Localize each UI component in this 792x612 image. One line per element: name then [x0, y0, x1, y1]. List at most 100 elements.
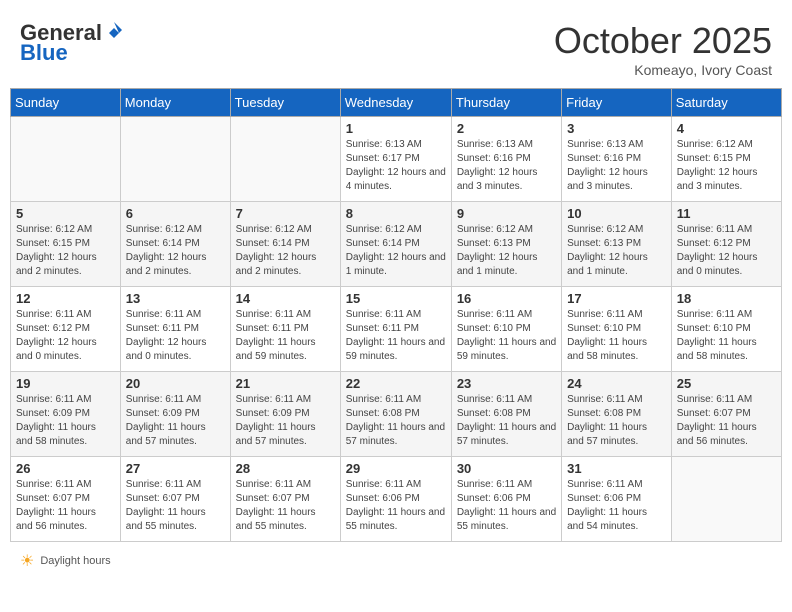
table-row: 1 Sunrise: 6:13 AMSunset: 6:17 PMDaylight…: [340, 117, 451, 202]
table-row: 8 Sunrise: 6:12 AMSunset: 6:14 PMDaylight…: [340, 202, 451, 287]
day-info: Sunrise: 6:12 AMSunset: 6:15 PMDaylight:…: [16, 223, 115, 279]
day-info: Sunrise: 6:11 AMSunset: 6:10 PMDaylight:…: [677, 308, 776, 364]
month-title: October 2025: [554, 20, 772, 62]
day-number: 18: [677, 291, 776, 306]
table-row: 6 Sunrise: 6:12 AMSunset: 6:14 PMDaylight…: [120, 202, 230, 287]
table-row: 30 Sunrise: 6:11 AMSunset: 6:06 PMDayligh…: [451, 457, 561, 542]
sun-icon: ☀: [20, 551, 34, 571]
day-number: 10: [567, 206, 666, 221]
day-number: 15: [346, 291, 446, 306]
footer: ☀ Daylight hours: [10, 547, 782, 575]
table-row: [671, 457, 781, 542]
day-number: 25: [677, 376, 776, 391]
day-number: 21: [236, 376, 335, 391]
day-info: Sunrise: 6:11 AMSunset: 6:09 PMDaylight:…: [236, 393, 335, 449]
table-row: 9 Sunrise: 6:12 AMSunset: 6:13 PMDaylight…: [451, 202, 561, 287]
table-row: 16 Sunrise: 6:11 AMSunset: 6:10 PMDayligh…: [451, 287, 561, 372]
table-row: 23 Sunrise: 6:11 AMSunset: 6:08 PMDayligh…: [451, 372, 561, 457]
page-header: General Blue October 2025 Komeayo, Ivory…: [10, 10, 782, 83]
day-info: Sunrise: 6:11 AMSunset: 6:07 PMDaylight:…: [677, 393, 776, 449]
day-number: 23: [457, 376, 556, 391]
day-info: Sunrise: 6:11 AMSunset: 6:08 PMDaylight:…: [346, 393, 446, 449]
day-number: 29: [346, 461, 446, 476]
calendar-week-row: 5Sunrise: 6:12 AMSunset: 6:15 PMDaylight…: [11, 202, 782, 287]
day-number: 12: [16, 291, 115, 306]
day-info: Sunrise: 6:11 AMSunset: 6:07 PMDaylight:…: [236, 478, 335, 534]
col-thursday: Thursday: [451, 89, 561, 117]
day-number: 13: [126, 291, 225, 306]
table-row: 25 Sunrise: 6:11 AMSunset: 6:07 PMDayligh…: [671, 372, 781, 457]
day-info: Sunrise: 6:12 AMSunset: 6:15 PMDaylight:…: [677, 138, 776, 194]
day-info: Sunrise: 6:11 AMSunset: 6:06 PMDaylight:…: [346, 478, 446, 534]
day-info: Sunrise: 6:12 AMSunset: 6:14 PMDaylight:…: [126, 223, 225, 279]
col-sunday: Sunday: [11, 89, 121, 117]
day-info: Sunrise: 6:11 AMSunset: 6:09 PMDaylight:…: [16, 393, 115, 449]
day-number: 14: [236, 291, 335, 306]
day-info: Sunrise: 6:11 AMSunset: 6:08 PMDaylight:…: [457, 393, 556, 449]
day-number: 1: [346, 121, 446, 136]
table-row: 20 Sunrise: 6:11 AMSunset: 6:09 PMDayligh…: [120, 372, 230, 457]
day-number: 8: [346, 206, 446, 221]
table-row: 17Sunrise: 6:11 AMSunset: 6:10 PMDayligh…: [562, 287, 672, 372]
table-row: 24 Sunrise: 6:11 AMSunset: 6:08 PMDayligh…: [562, 372, 672, 457]
table-row: 12Sunrise: 6:11 AMSunset: 6:12 PMDayligh…: [11, 287, 121, 372]
table-row: 28Sunrise: 6:11 AMSunset: 6:07 PMDayligh…: [230, 457, 340, 542]
calendar-week-row: 19 Sunrise: 6:11 AMSunset: 6:09 PMDayligh…: [11, 372, 782, 457]
day-info: Sunrise: 6:11 AMSunset: 6:06 PMDaylight:…: [567, 478, 666, 534]
table-row: 14 Sunrise: 6:11 AMSunset: 6:11 PMDayligh…: [230, 287, 340, 372]
day-number: 30: [457, 461, 556, 476]
day-info: Sunrise: 6:11 AMSunset: 6:06 PMDaylight:…: [457, 478, 556, 534]
table-row: 21 Sunrise: 6:11 AMSunset: 6:09 PMDayligh…: [230, 372, 340, 457]
day-info: Sunrise: 6:11 AMSunset: 6:11 PMDaylight:…: [346, 308, 446, 364]
table-row: 26Sunrise: 6:11 AMSunset: 6:07 PMDayligh…: [11, 457, 121, 542]
table-row: 11 Sunrise: 6:11 AMSunset: 6:12 PMDayligh…: [671, 202, 781, 287]
day-info: Sunrise: 6:13 AMSunset: 6:16 PMDaylight:…: [567, 138, 666, 194]
table-row: 10 Sunrise: 6:12 AMSunset: 6:13 PMDayligh…: [562, 202, 672, 287]
day-info: Sunrise: 6:13 AMSunset: 6:16 PMDaylight:…: [457, 138, 556, 194]
table-row: [11, 117, 121, 202]
table-row: 7Sunrise: 6:12 AMSunset: 6:14 PMDaylight…: [230, 202, 340, 287]
title-block: October 2025 Komeayo, Ivory Coast: [554, 20, 772, 78]
day-number: 24: [567, 376, 666, 391]
day-number: 19: [16, 376, 115, 391]
day-number: 16: [457, 291, 556, 306]
day-info: Sunrise: 6:11 AMSunset: 6:08 PMDaylight:…: [567, 393, 666, 449]
col-saturday: Saturday: [671, 89, 781, 117]
calendar-table: Sunday Monday Tuesday Wednesday Thursday…: [10, 88, 782, 542]
day-number: 31: [567, 461, 666, 476]
day-info: Sunrise: 6:12 AMSunset: 6:14 PMDaylight:…: [346, 223, 446, 279]
day-number: 7: [236, 206, 335, 221]
day-info: Sunrise: 6:13 AMSunset: 6:17 PMDaylight:…: [346, 138, 446, 194]
calendar-header-row: Sunday Monday Tuesday Wednesday Thursday…: [11, 89, 782, 117]
day-info: Sunrise: 6:12 AMSunset: 6:13 PMDaylight:…: [567, 223, 666, 279]
table-row: 5Sunrise: 6:12 AMSunset: 6:15 PMDaylight…: [11, 202, 121, 287]
logo-blue-text: Blue: [20, 40, 68, 65]
table-row: 27 Sunrise: 6:11 AMSunset: 6:07 PMDayligh…: [120, 457, 230, 542]
logo-icon: [104, 20, 124, 40]
day-info: Sunrise: 6:11 AMSunset: 6:11 PMDaylight:…: [236, 308, 335, 364]
table-row: 4 Sunrise: 6:12 AMSunset: 6:15 PMDaylight…: [671, 117, 781, 202]
table-row: 19 Sunrise: 6:11 AMSunset: 6:09 PMDayligh…: [11, 372, 121, 457]
table-row: [120, 117, 230, 202]
table-row: 31 Sunrise: 6:11 AMSunset: 6:06 PMDayligh…: [562, 457, 672, 542]
day-info: Sunrise: 6:11 AMSunset: 6:11 PMDaylight:…: [126, 308, 225, 364]
day-info: Sunrise: 6:11 AMSunset: 6:07 PMDaylight:…: [126, 478, 225, 534]
calendar-week-row: 1 Sunrise: 6:13 AMSunset: 6:17 PMDaylight…: [11, 117, 782, 202]
day-number: 2: [457, 121, 556, 136]
day-info: Sunrise: 6:11 AMSunset: 6:10 PMDaylight:…: [457, 308, 556, 364]
daylight-label: Daylight hours: [40, 555, 110, 567]
day-info: Sunrise: 6:12 AMSunset: 6:13 PMDaylight:…: [457, 223, 556, 279]
day-number: 11: [677, 206, 776, 221]
day-number: 27: [126, 461, 225, 476]
day-info: Sunrise: 6:11 AMSunset: 6:12 PMDaylight:…: [677, 223, 776, 279]
col-wednesday: Wednesday: [340, 89, 451, 117]
day-number: 9: [457, 206, 556, 221]
day-number: 6: [126, 206, 225, 221]
calendar-week-row: 26Sunrise: 6:11 AMSunset: 6:07 PMDayligh…: [11, 457, 782, 542]
day-number: 4: [677, 121, 776, 136]
day-number: 20: [126, 376, 225, 391]
table-row: [230, 117, 340, 202]
day-info: Sunrise: 6:11 AMSunset: 6:09 PMDaylight:…: [126, 393, 225, 449]
location: Komeayo, Ivory Coast: [554, 62, 772, 78]
table-row: 22Sunrise: 6:11 AMSunset: 6:08 PMDayligh…: [340, 372, 451, 457]
